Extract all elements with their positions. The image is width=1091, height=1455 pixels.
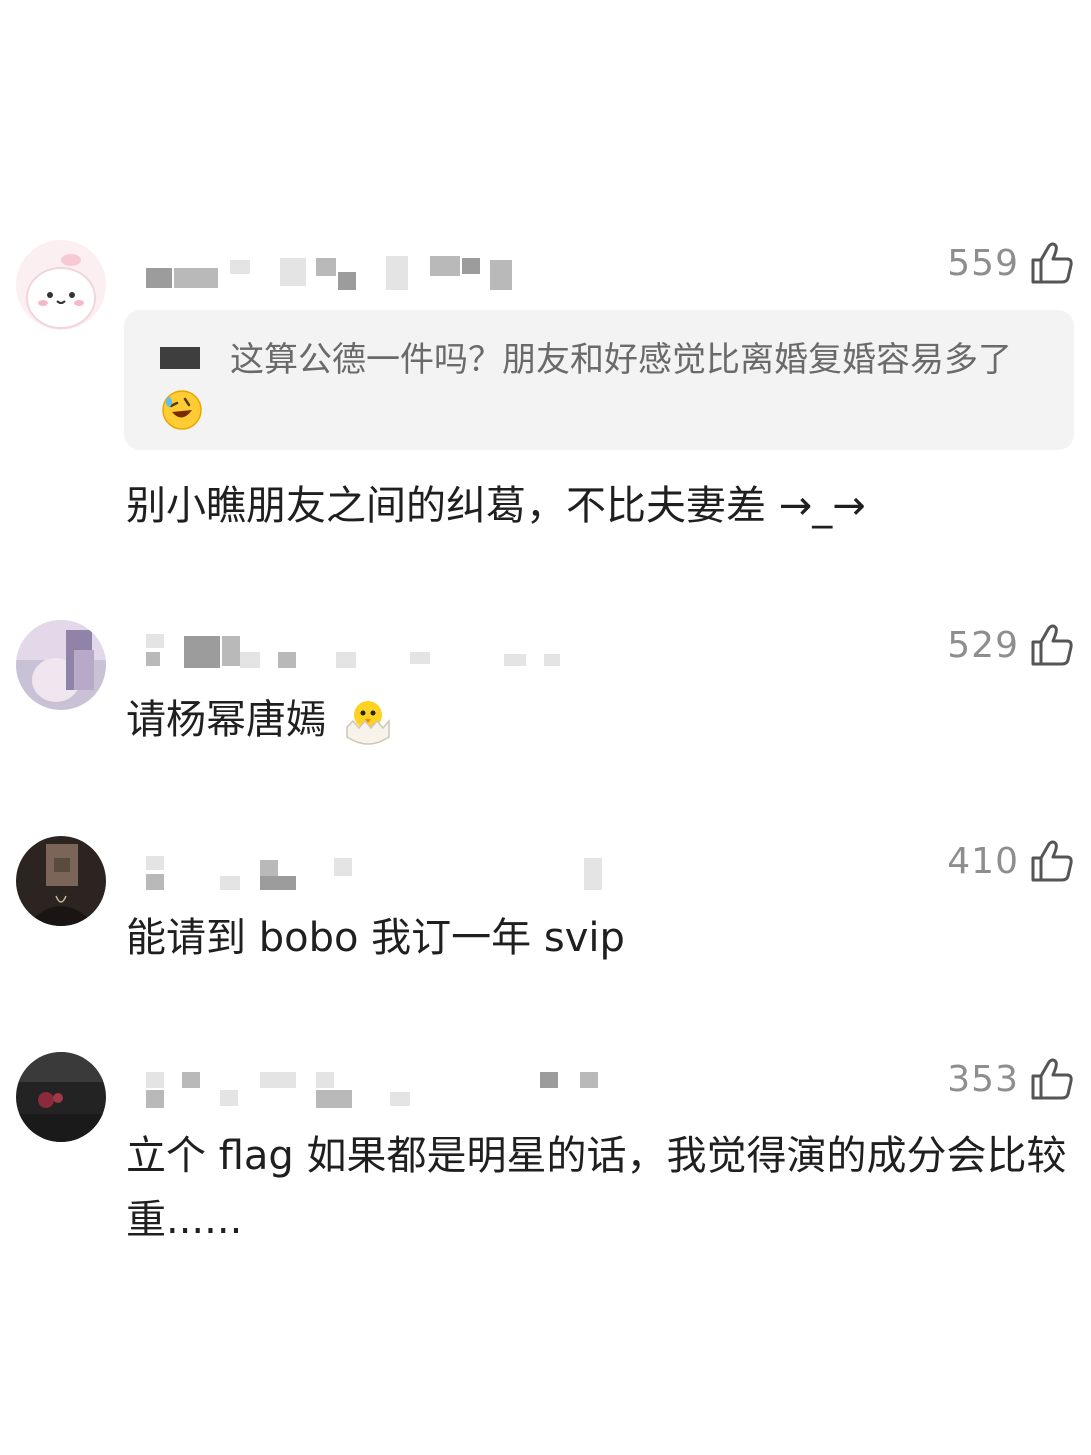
like-count: 410 (947, 840, 1019, 882)
avatar-bunny-icon (16, 240, 106, 330)
thumbs-up-icon[interactable] (1029, 622, 1075, 668)
comment-text: 立个 flag 如果都是明星的话，我觉得演的成分会比较重...... (126, 1133, 1067, 1243)
like-group[interactable]: 529 (947, 622, 1075, 668)
avatar[interactable] (16, 240, 106, 330)
like-count: 559 (947, 242, 1019, 284)
thumbs-up-icon[interactable] (1029, 240, 1075, 286)
username-blurred[interactable] (140, 1068, 598, 1108)
like-group[interactable]: 353 (947, 1056, 1075, 1102)
avatar-person-icon (16, 836, 106, 926)
username-blurred[interactable] (140, 632, 560, 672)
like-count: 529 (947, 624, 1019, 666)
username-blurred[interactable] (140, 254, 560, 294)
thumbs-up-icon[interactable] (1029, 1056, 1075, 1102)
avatar[interactable] (16, 1052, 106, 1142)
hatching-chick-emoji (345, 701, 390, 745)
comment-text: 能请到 bobo 我订一年 svip (126, 915, 625, 961)
avatar-dark-icon (16, 1052, 106, 1142)
comment-text-row: 请杨幂唐嫣 (126, 688, 1076, 752)
avatar[interactable] (16, 836, 106, 926)
like-group[interactable]: 410 (947, 838, 1075, 884)
like-count: 353 (947, 1058, 1019, 1100)
comment-text: 请杨幂唐嫣 (126, 697, 326, 743)
quote-username-blurred (160, 346, 200, 369)
quote-text: 这算公德一件吗？朋友和好感觉比离婚复婚容易多了 (230, 340, 1012, 380)
avatar-anime-icon (16, 620, 106, 710)
rolling-laughing-emoji (162, 389, 202, 430)
like-group[interactable]: 559 (947, 240, 1075, 286)
thumbs-up-icon[interactable] (1029, 838, 1075, 884)
quoted-reply: 这算公德一件吗？朋友和好感觉比离婚复婚容易多了 (124, 310, 1074, 450)
username-blurred[interactable] (140, 852, 602, 892)
avatar[interactable] (16, 620, 106, 710)
comment-text: 别小瞧朋友之间的纠葛，不比夫妻差 →_→ (126, 483, 866, 529)
